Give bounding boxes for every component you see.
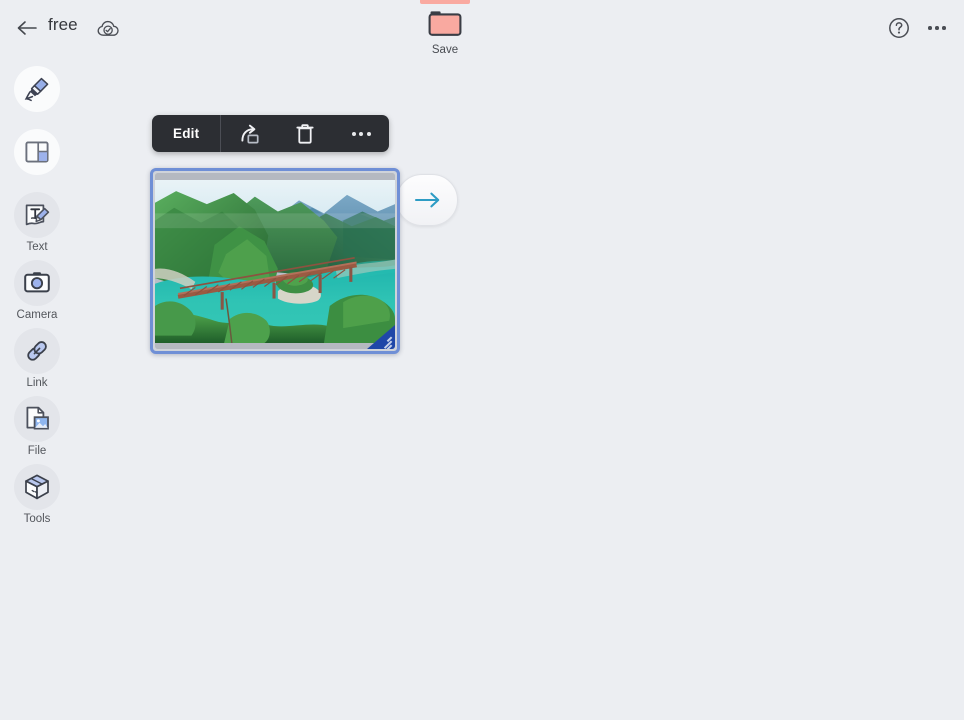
link-chain-icon [27, 341, 47, 361]
edit-button[interactable]: Edit [152, 115, 220, 152]
sidebar-item-layout[interactable] [4, 129, 70, 186]
text-edit-icon [25, 204, 50, 226]
more-actions-button[interactable] [333, 115, 389, 152]
tool-sidebar: Text Camera Link File Tools [0, 62, 74, 720]
sidebar-item-tools[interactable]: Tools [4, 464, 70, 526]
sidebar-item-text[interactable]: Text [4, 192, 70, 254]
pen-marker-icon [24, 77, 49, 102]
folder-icon [428, 11, 462, 36]
sidebar-item-label: File [27, 445, 47, 457]
arrow-left-icon [17, 21, 37, 35]
lake-bridge-photo [155, 180, 395, 343]
more-horizontal-icon [928, 26, 946, 30]
image-top-bar [155, 173, 395, 180]
image-bottom-bar [155, 343, 395, 349]
header-actions [884, 13, 952, 43]
photo-illustration [155, 180, 395, 343]
selected-image-object[interactable] [150, 168, 400, 354]
cloud-check-icon [97, 20, 119, 36]
arrow-right-icon [414, 192, 440, 208]
help-button[interactable] [884, 13, 914, 43]
more-options-button[interactable] [922, 13, 952, 43]
sidebar-item-draw[interactable] [4, 66, 70, 123]
camera-icon [24, 272, 50, 293]
sidebar-item-label: Link [26, 377, 48, 389]
save-button[interactable]: Save [415, 8, 475, 56]
sidebar-item-label: Tools [23, 513, 51, 525]
share-arrow-icon [241, 124, 259, 143]
sidebar-item-label: Text [26, 241, 48, 253]
app-header: free Save [0, 0, 964, 62]
file-image-icon [26, 406, 49, 430]
back-button[interactable] [12, 13, 42, 43]
save-label: Save [431, 44, 459, 56]
image-frame [155, 173, 395, 349]
resize-handle[interactable] [367, 325, 395, 349]
sidebar-item-file[interactable]: File [4, 396, 70, 458]
toolbox-cube-icon [25, 474, 49, 500]
canvas-area[interactable]: Edit [74, 62, 964, 720]
delete-button[interactable] [277, 115, 333, 152]
question-circle-icon [889, 18, 909, 38]
sidebar-item-camera[interactable]: Camera [4, 260, 70, 322]
more-horizontal-icon [351, 131, 371, 136]
cloud-sync-status[interactable] [95, 15, 123, 43]
layout-panel-icon [25, 141, 49, 163]
image-context-toolbar: Edit [152, 115, 390, 152]
trash-icon [296, 123, 314, 144]
sidebar-item-link[interactable]: Link [4, 328, 70, 390]
next-arrow-button[interactable] [396, 174, 458, 226]
document-title[interactable]: free [48, 15, 78, 35]
sidebar-item-label: Camera [16, 309, 58, 321]
share-button[interactable] [221, 115, 277, 152]
